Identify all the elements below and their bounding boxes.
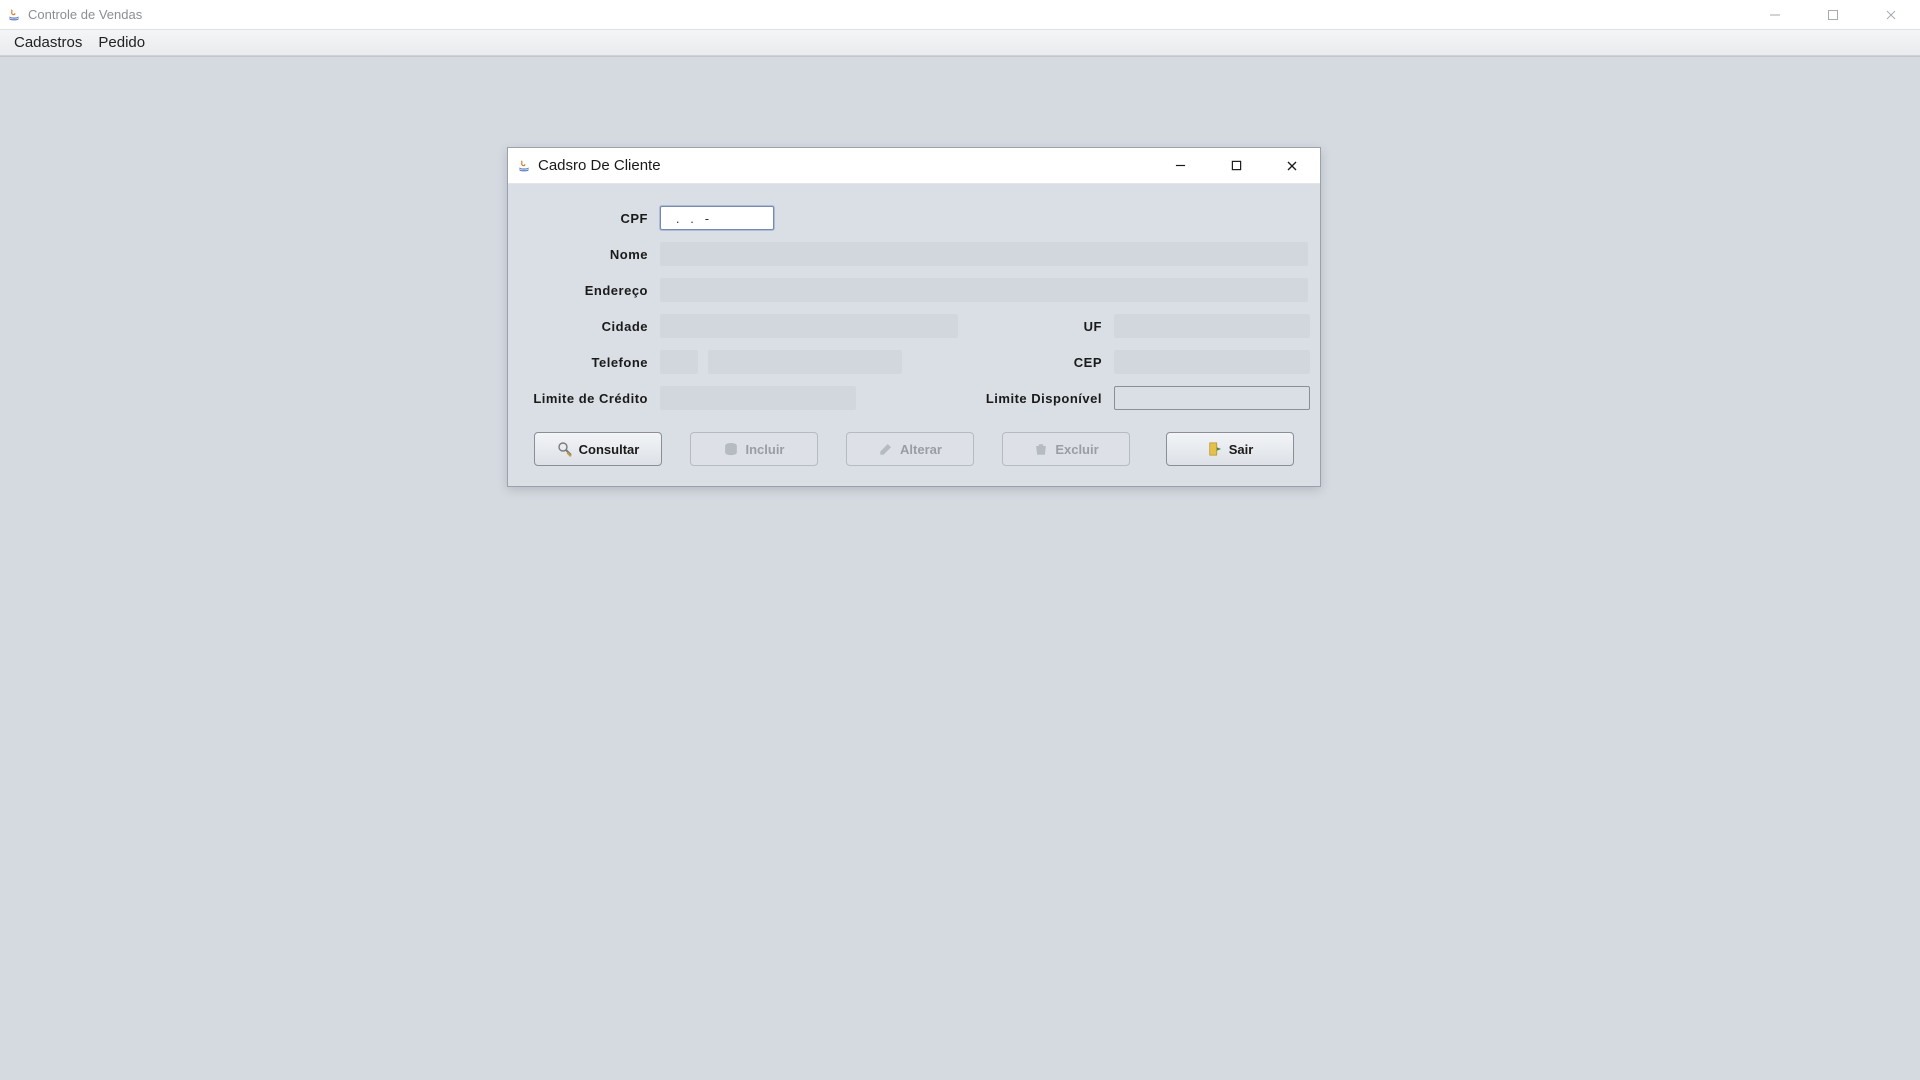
nome-input[interactable] bbox=[660, 242, 1308, 266]
alterar-button: Alterar bbox=[846, 432, 974, 466]
consultar-label: Consultar bbox=[579, 442, 640, 457]
excluir-label: Excluir bbox=[1055, 442, 1098, 457]
label-uf: UF bbox=[1014, 319, 1114, 334]
database-add-icon bbox=[723, 441, 739, 457]
dialog-title: Cadsro De Cliente bbox=[538, 157, 661, 174]
dialog-maximize-button[interactable] bbox=[1208, 148, 1264, 183]
label-nome: Nome bbox=[518, 247, 660, 262]
cidade-input[interactable] bbox=[660, 314, 958, 338]
cep-input[interactable] bbox=[1114, 350, 1310, 374]
cpf-input[interactable] bbox=[660, 206, 774, 230]
main-window-titlebar: Controle de Vendas bbox=[0, 0, 1920, 30]
menu-pedido[interactable]: Pedido bbox=[92, 32, 151, 53]
dialog-minimize-button[interactable] bbox=[1152, 148, 1208, 183]
dialog-cadastro-cliente: Cadsro De Cliente CPF Nome bbox=[507, 147, 1321, 487]
incluir-button: Incluir bbox=[690, 432, 818, 466]
limite-credito-input[interactable] bbox=[660, 386, 856, 410]
menu-cadastros[interactable]: Cadastros bbox=[8, 32, 88, 53]
label-limite-disponivel: Limite Disponível bbox=[966, 391, 1114, 406]
endereco-input[interactable] bbox=[660, 278, 1308, 302]
ddd-input[interactable] bbox=[660, 350, 698, 374]
java-app-icon bbox=[516, 158, 532, 174]
label-limite-credito: Limite de Crédito bbox=[518, 391, 660, 406]
search-tool-icon bbox=[557, 441, 573, 457]
delete-icon bbox=[1033, 441, 1049, 457]
edit-icon bbox=[878, 441, 894, 457]
sair-button[interactable]: Sair bbox=[1166, 432, 1294, 466]
alterar-label: Alterar bbox=[900, 442, 942, 457]
limite-disponivel-input bbox=[1114, 386, 1310, 410]
main-maximize-button[interactable] bbox=[1804, 0, 1862, 29]
excluir-button: Excluir bbox=[1002, 432, 1130, 466]
exit-door-icon bbox=[1207, 441, 1223, 457]
dialog-close-button[interactable] bbox=[1264, 148, 1320, 183]
consultar-button[interactable]: Consultar bbox=[534, 432, 662, 466]
main-minimize-button[interactable] bbox=[1746, 0, 1804, 29]
incluir-label: Incluir bbox=[745, 442, 784, 457]
telefone-input[interactable] bbox=[708, 350, 902, 374]
main-close-button[interactable] bbox=[1862, 0, 1920, 29]
java-app-icon bbox=[6, 7, 22, 23]
label-cpf: CPF bbox=[518, 211, 660, 226]
main-window-title: Controle de Vendas bbox=[28, 7, 142, 22]
uf-input[interactable] bbox=[1114, 314, 1310, 338]
dialog-button-bar: Consultar Incluir Alterar bbox=[518, 422, 1310, 472]
dialog-body: CPF Nome Endereço Cidade UF Telefone bbox=[508, 184, 1320, 486]
label-endereco: Endereço bbox=[518, 283, 660, 298]
label-cidade: Cidade bbox=[518, 319, 660, 334]
dialog-titlebar: Cadsro De Cliente bbox=[508, 148, 1320, 184]
menubar: Cadastros Pedido bbox=[0, 30, 1920, 56]
label-cep: CEP bbox=[1014, 355, 1114, 370]
sair-label: Sair bbox=[1229, 442, 1254, 457]
mdi-desktop: Cadsro De Cliente CPF Nome bbox=[0, 56, 1920, 1080]
label-telefone: Telefone bbox=[518, 355, 660, 370]
